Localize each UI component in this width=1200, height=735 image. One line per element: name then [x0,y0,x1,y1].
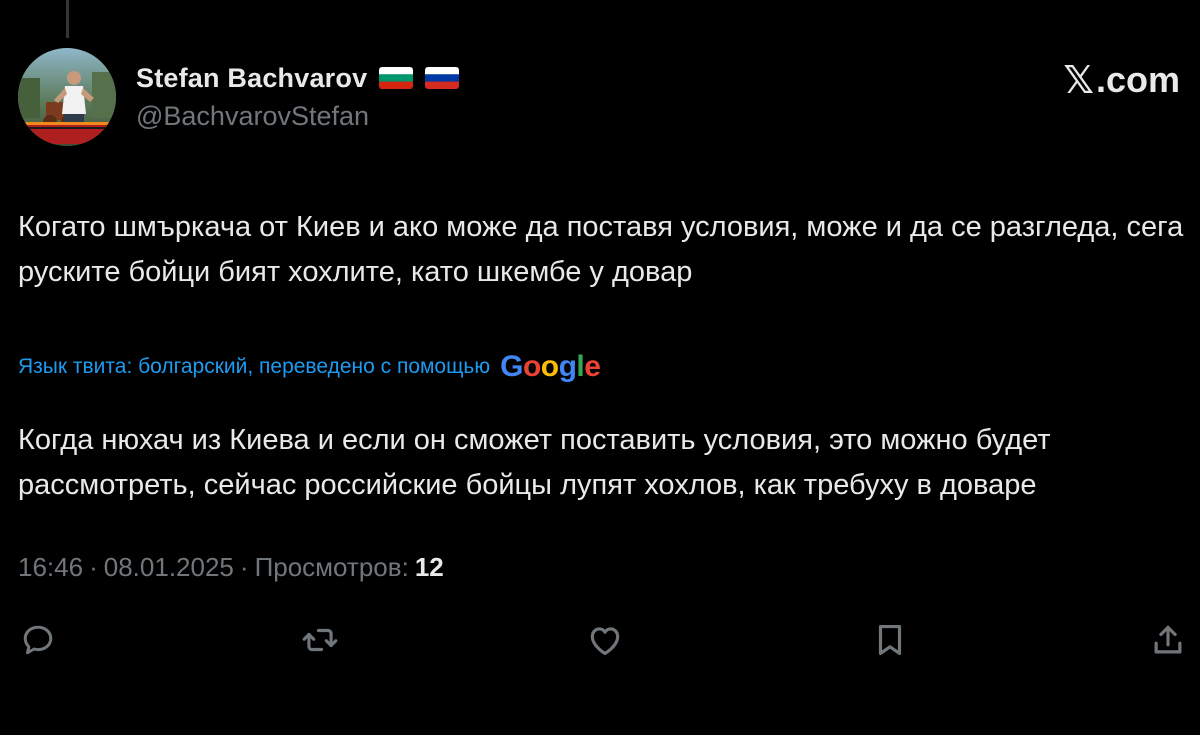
author-row: Stefan Bachvarov [136,58,460,98]
tweet-time[interactable]: 16:46 [18,552,83,583]
retweet-button[interactable] [298,618,342,662]
tweet-meta: 16:46 · 08.01.2025 · Просмотров: 12 [18,552,444,583]
reply-icon [23,625,53,655]
brand-suffix: .com [1095,59,1180,100]
retweet-icon [302,628,338,652]
x-logo-icon: 𝕏 [1063,58,1094,102]
meta-separator: · [239,552,249,582]
russia-flag-icon [425,67,460,89]
translation-label[interactable]: Язык твита: болгарский, переведено с пом… [18,355,490,379]
share-icon [1154,625,1182,654]
avatar[interactable] [18,48,116,146]
tweet-text: Когато шмъркача от Киев и ако може да по… [18,211,1184,288]
reply-button[interactable] [16,618,60,662]
translation-attribution[interactable]: Язык твита: болгарский, переведено с пом… [18,350,601,384]
display-name[interactable]: Stefan Bachvarov [136,63,367,94]
bookmark-icon [878,624,902,656]
views-count: 12 [414,552,444,582]
like-icon [590,627,620,656]
translated-text: Когда нюхач из Киева и если он сможет по… [18,424,1051,501]
tweet-date[interactable]: 08.01.2025 [104,552,234,583]
meta-separator: · [89,552,98,582]
thread-connector-line [66,0,69,38]
share-button[interactable] [1146,618,1190,662]
author-handle[interactable]: @BachvarovStefan [136,101,369,132]
like-button[interactable] [583,618,627,662]
bulgaria-flag-icon [379,67,414,89]
brand-watermark: 𝕏 .com [1063,58,1180,102]
views-label: Просмотров: [254,552,409,582]
bookmark-button[interactable] [868,618,912,662]
google-logo: Google [500,350,601,383]
